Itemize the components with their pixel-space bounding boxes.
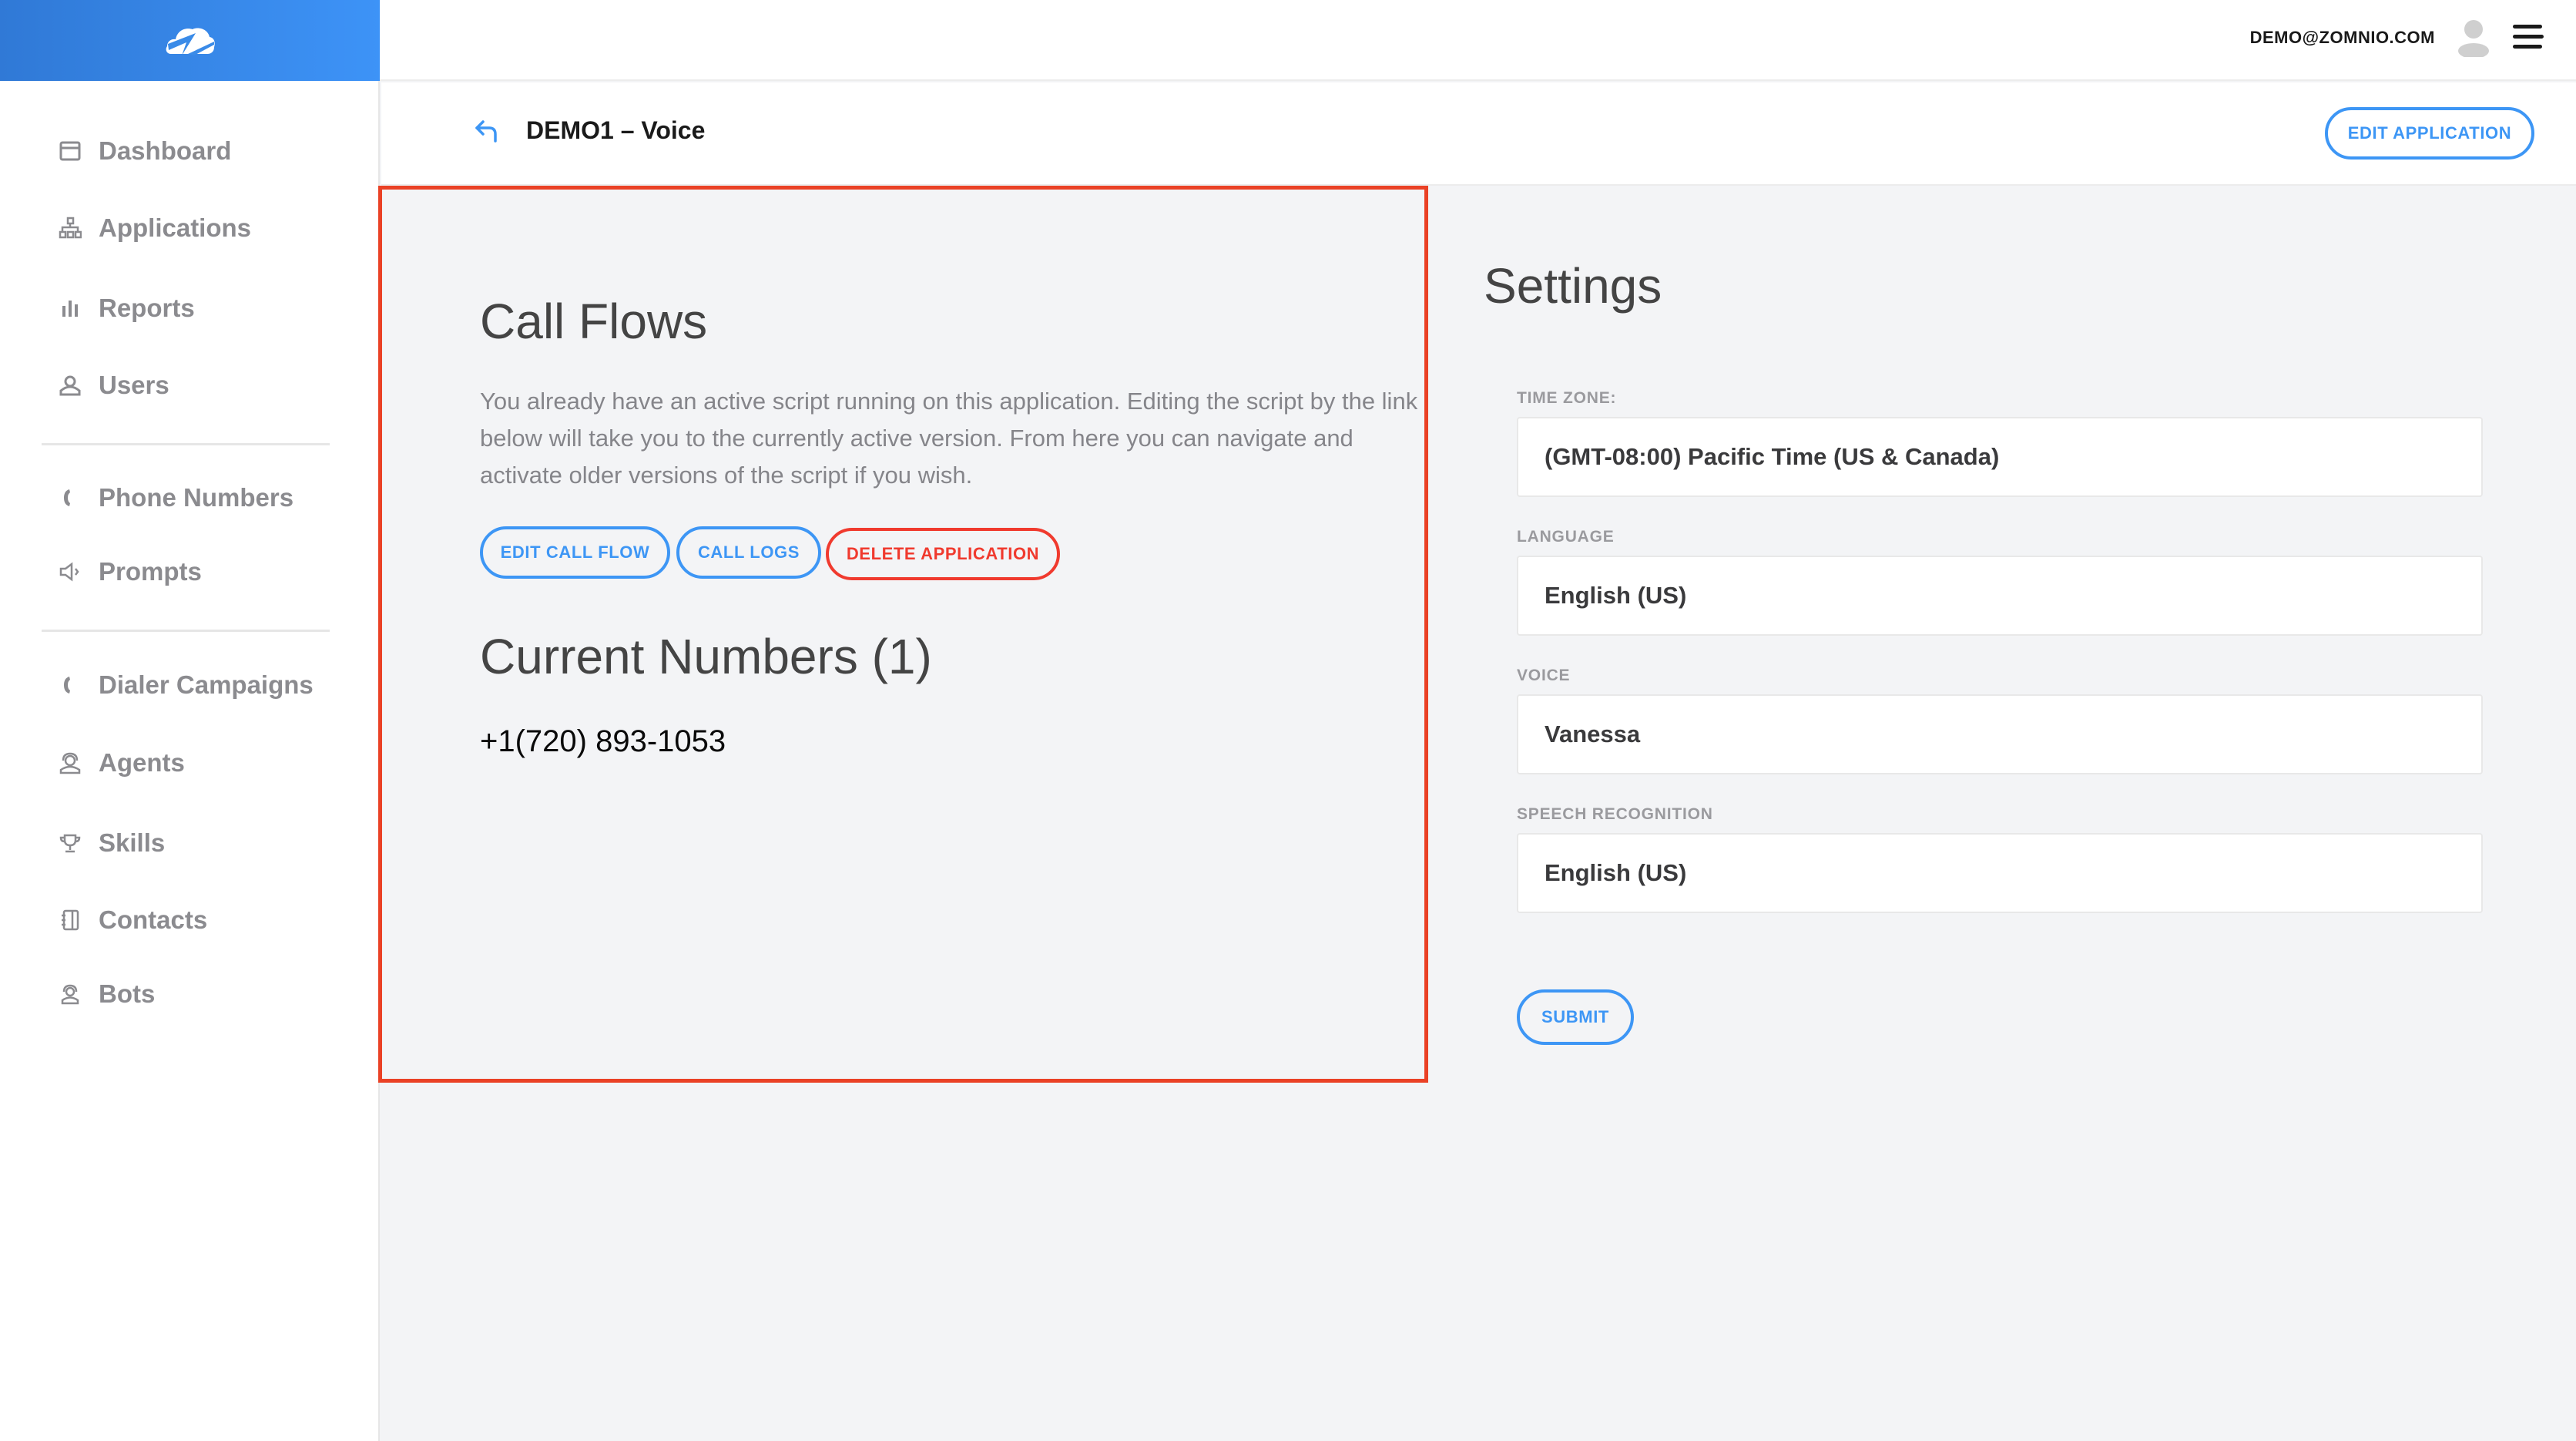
voice-label: VOICE xyxy=(1517,667,1571,684)
time-zone-label: TIME ZONE: xyxy=(1517,389,1617,407)
hamburger-menu-icon[interactable] xyxy=(2513,25,2544,51)
sidebar-item-label: Contacts xyxy=(99,905,208,934)
page-header: DEMO1 – Voice EDIT APPLICATION xyxy=(381,82,2576,186)
top-bar: DEMO@ZOMNIO.COM xyxy=(0,0,2576,81)
agent-headset-icon xyxy=(59,751,82,774)
current-numbers-heading: Current Numbers (1) xyxy=(480,629,932,684)
sidebar-item-label: Applications xyxy=(99,213,252,242)
sidebar-item-phone-numbers[interactable]: Phone Numbers xyxy=(59,483,293,512)
sidebar-divider xyxy=(42,630,330,632)
sidebar-item-label: Phone Numbers xyxy=(99,483,294,512)
trophy-icon xyxy=(59,831,82,855)
speech-recognition-select[interactable]: English (US) xyxy=(1517,833,2483,913)
edit-application-button[interactable]: EDIT APPLICATION xyxy=(2325,107,2534,160)
sidebar-item-applications[interactable]: Applications xyxy=(59,213,251,243)
user-icon xyxy=(59,374,82,397)
call-flows-heading: Call Flows xyxy=(480,294,708,349)
sidebar-item-label: Bots xyxy=(99,979,156,1008)
sitemap-icon xyxy=(59,217,82,240)
sidebar-item-dashboard[interactable]: Dashboard xyxy=(59,136,231,166)
sidebar: Dashboard Applications Reports Users Pho… xyxy=(0,81,380,1441)
sidebar-item-contacts[interactable]: Contacts xyxy=(59,905,207,935)
sidebar-divider xyxy=(42,443,330,445)
edit-call-flow-button[interactable]: EDIT CALL FLOW xyxy=(480,526,670,579)
sidebar-item-label: Skills xyxy=(99,828,166,857)
back-arrow-icon[interactable] xyxy=(474,118,500,144)
sidebar-item-agents[interactable]: Agents xyxy=(59,748,185,778)
page-title: DEMO1 – Voice xyxy=(526,116,706,144)
megaphone-icon xyxy=(59,560,82,583)
sidebar-item-skills[interactable]: Skills xyxy=(59,828,165,858)
language-select[interactable]: English (US) xyxy=(1517,556,2483,636)
speech-recognition-label: SPEECH RECOGNITION xyxy=(1517,805,1713,823)
delete-application-button[interactable]: DELETE APPLICATION xyxy=(826,528,1060,580)
user-avatar-icon[interactable] xyxy=(2456,18,2491,59)
sidebar-item-bots[interactable]: Bots xyxy=(59,979,155,1009)
sidebar-item-label: Dashboard xyxy=(99,136,232,165)
user-email[interactable]: DEMO@ZOMNIO.COM xyxy=(2250,28,2435,48)
language-label: LANGUAGE xyxy=(1517,528,1615,546)
sidebar-item-reports[interactable]: Reports xyxy=(59,294,195,323)
brand-logo-area[interactable] xyxy=(0,0,380,81)
sidebar-item-label: Reports xyxy=(99,294,195,322)
zomnio-cloud-logo-icon xyxy=(166,27,215,55)
voice-select[interactable]: Vanessa xyxy=(1517,694,2483,774)
phone-icon xyxy=(59,673,82,697)
settings-heading: Settings xyxy=(1484,258,1662,314)
phone-number: +1(720) 893-1053 xyxy=(480,724,726,758)
phone-icon xyxy=(59,486,82,509)
sidebar-item-label: Prompts xyxy=(99,557,202,586)
address-book-icon xyxy=(59,909,82,932)
submit-button[interactable]: SUBMIT xyxy=(1517,989,1634,1045)
bot-icon xyxy=(59,982,82,1006)
sidebar-item-label: Agents xyxy=(99,748,185,777)
sidebar-item-label: Users xyxy=(99,371,169,399)
call-logs-button[interactable]: CALL LOGS xyxy=(676,526,821,579)
call-flows-description: You already have an active script runnin… xyxy=(480,388,1418,489)
sidebar-item-users[interactable]: Users xyxy=(59,371,169,400)
dashboard-icon xyxy=(59,139,82,163)
sidebar-item-prompts[interactable]: Prompts xyxy=(59,557,202,586)
time-zone-select[interactable]: (GMT-08:00) Pacific Time (US & Canada) xyxy=(1517,417,2483,497)
bar-chart-icon xyxy=(59,297,82,320)
sidebar-item-dialer-campaigns[interactable]: Dialer Campaigns xyxy=(59,670,314,700)
sidebar-item-label: Dialer Campaigns xyxy=(99,670,314,699)
